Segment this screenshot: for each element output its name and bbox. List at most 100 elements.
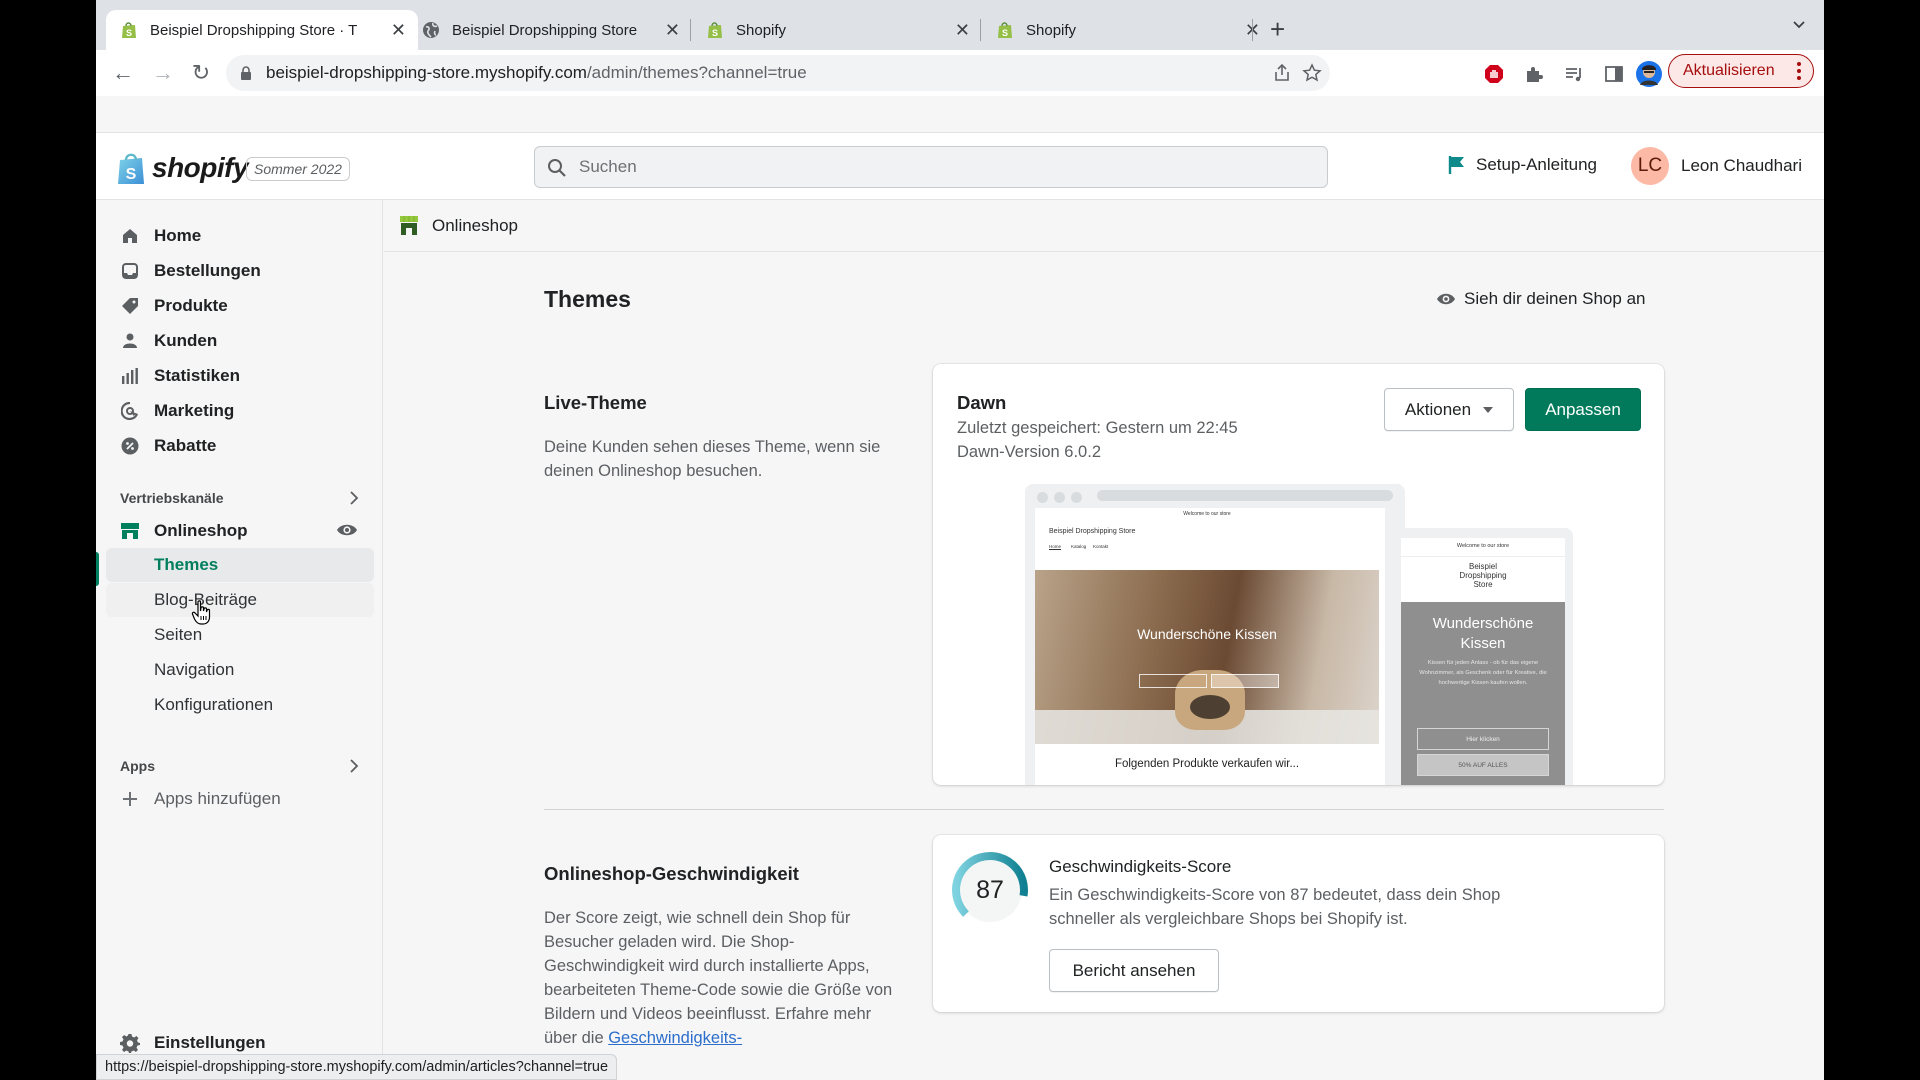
edition-badge: Sommer 2022 xyxy=(246,157,350,181)
speed-heading: Onlineshop-Geschwindigkeit xyxy=(544,863,799,884)
actions-label: Aktionen xyxy=(1404,399,1472,419)
sidebar-item-marketing[interactable]: Marketing xyxy=(106,394,374,428)
theme-preview-mobile[interactable]: Welcome to our store Beispiel Dropshippi… xyxy=(1393,528,1573,785)
sidebar-subitem-navigation[interactable]: Navigation xyxy=(106,653,374,687)
share-icon[interactable] xyxy=(1272,63,1292,83)
back-arrow-icon[interactable]: ← xyxy=(110,60,136,86)
admin-top-bar: S shopify Sommer 2022 Setup-Anleitung LC… xyxy=(96,132,1824,200)
theme-name: Dawn xyxy=(957,392,1007,413)
status-bar-url: https://beispiel-dropshipping-store.mysh… xyxy=(96,1054,618,1080)
sidebar-subitem-themes[interactable]: Themes xyxy=(106,548,374,582)
home-icon xyxy=(120,226,140,246)
user-menu[interactable]: LC Leon Chaudhari xyxy=(1631,147,1802,185)
sidebar-subitem-pages[interactable]: Seiten xyxy=(106,618,374,652)
bookmark-star-icon[interactable] xyxy=(1302,63,1322,83)
sidebar-item-products[interactable]: Produkte xyxy=(106,289,374,323)
sidebar-subitem-preferences[interactable]: Konfigurationen xyxy=(106,688,374,722)
tag-icon xyxy=(120,296,140,316)
channel-title: Onlineshop xyxy=(432,216,519,235)
preview-mobile-hero-text: Kissen für jeden Anlass - ob für das eig… xyxy=(1419,660,1547,686)
update-browser-button[interactable]: Aktualisieren xyxy=(1668,54,1814,88)
sidebar-item-label: Kunden xyxy=(154,331,218,350)
sidebar-item-analytics[interactable]: Statistiken xyxy=(106,359,374,393)
tab-title: Shopify xyxy=(736,21,787,39)
speed-learn-more-link[interactable]: Geschwindigkeits- xyxy=(608,1029,742,1047)
url-text[interactable]: beispiel-dropshipping-store.myshopify.co… xyxy=(266,63,807,83)
url-path: /admin/themes?channel=true xyxy=(586,63,807,82)
view-shop-button[interactable]: Sieh dir deinen Shop an xyxy=(1436,289,1645,309)
address-bar[interactable]: beispiel-dropshipping-store.myshopify.co… xyxy=(226,55,1330,91)
chevron-down-icon[interactable] xyxy=(1792,18,1806,32)
close-tab-icon[interactable]: ✕ xyxy=(955,20,970,40)
gear-icon xyxy=(120,1033,140,1053)
theme-version: Dawn-Version 6.0.2 xyxy=(957,443,1101,461)
url-host: beispiel-dropshipping-store.myshopify.co… xyxy=(266,63,587,82)
shopify-bag-icon: S xyxy=(120,21,138,39)
side-panel-icon[interactable] xyxy=(1604,64,1624,84)
search-input[interactable] xyxy=(579,147,1299,187)
store-icon xyxy=(120,521,140,541)
new-tab-button[interactable]: + xyxy=(1270,14,1285,44)
svg-text:S: S xyxy=(1002,28,1008,38)
shopify-logo[interactable]: S shopify xyxy=(116,151,249,185)
hand-cursor-icon xyxy=(191,600,211,625)
sidebar-item-label: Statistiken xyxy=(154,366,240,385)
sidebar-item-label: Rabatte xyxy=(154,436,217,455)
close-tab-icon[interactable]: ✕ xyxy=(391,20,406,40)
sidebar-item-online-store[interactable]: Onlineshop xyxy=(106,514,374,548)
close-tab-icon[interactable]: ✕ xyxy=(665,20,680,40)
apps-heading: Apps xyxy=(120,758,155,774)
setup-guide-button[interactable]: Setup-Anleitung xyxy=(1448,155,1597,175)
preview-hero-image: Wunderschöne Kissen xyxy=(1035,570,1379,744)
reload-icon[interactable]: ↻ xyxy=(188,60,214,86)
sidebar-item-discounts[interactable]: Rabatte xyxy=(106,429,374,463)
eye-icon[interactable] xyxy=(336,522,358,538)
browser-tab[interactable]: S Shopify ✕ xyxy=(692,10,982,50)
media-queue-icon[interactable] xyxy=(1564,64,1584,84)
preview-mobile-hero: Wunderschöne Kissen Kissen für jeden Anl… xyxy=(1401,602,1565,785)
browser-tab[interactable]: Beispiel Dropshipping Store ✕ xyxy=(408,10,692,50)
svg-text:S: S xyxy=(126,28,132,38)
sidebar-item-orders[interactable]: Bestellungen xyxy=(106,254,374,288)
customize-button[interactable]: Anpassen xyxy=(1525,388,1641,431)
hero-dog-face-shape xyxy=(1190,695,1230,719)
profile-avatar-icon[interactable] xyxy=(1636,61,1662,87)
plus-icon xyxy=(120,789,140,809)
tab-title: Beispiel Dropshipping Store xyxy=(452,21,638,39)
speed-score-card: 87 Geschwindigkeits-Score Ein Geschwindi… xyxy=(933,835,1664,1012)
sidebar-item-label: Marketing xyxy=(154,401,235,420)
browser-tab-active[interactable]: S Beispiel Dropshipping Store · T ✕ xyxy=(106,10,418,50)
preview-page: Welcome to our store Beispiel Dropshippi… xyxy=(1035,508,1385,785)
search-field[interactable] xyxy=(534,146,1328,188)
live-theme-card: Dawn Zuletzt gespeichert: Gestern um 22:… xyxy=(933,364,1664,785)
caret-down-icon xyxy=(1483,406,1494,413)
chevron-right-icon[interactable] xyxy=(346,758,362,774)
add-apps-button[interactable]: Apps hinzufügen xyxy=(106,782,374,816)
actions-dropdown-button[interactable]: Aktionen xyxy=(1384,388,1514,431)
preview-announcement: Welcome to our store xyxy=(1183,511,1231,517)
view-report-button[interactable]: Bericht ansehen xyxy=(1049,949,1219,992)
extensions-puzzle-icon[interactable] xyxy=(1524,64,1544,84)
sidebar-item-customers[interactable]: Kunden xyxy=(106,324,374,358)
svg-text:S: S xyxy=(126,166,137,183)
active-indicator xyxy=(96,552,99,586)
user-name: Leon Chaudhari xyxy=(1681,156,1802,175)
sidebar-item-label: Apps hinzufügen xyxy=(154,789,281,808)
sidebar-item-home[interactable]: Home xyxy=(106,219,374,253)
online-store-app-icon xyxy=(400,216,418,235)
avatar: LC xyxy=(1631,147,1669,185)
preview-store-name: Beispiel Dropshipping Store xyxy=(1049,528,1136,535)
browser-tab[interactable]: S Shopify ✕ xyxy=(982,10,1272,50)
flag-icon xyxy=(1448,156,1464,174)
adblock-icon[interactable] xyxy=(1484,64,1504,84)
chevron-right-icon[interactable] xyxy=(346,490,362,506)
speed-description-text: Der Score zeigt, wie schnell dein Shop f… xyxy=(544,909,893,1047)
preview-mobile-primary-button: Hier klicken xyxy=(1417,728,1549,750)
forward-arrow-icon[interactable]: → xyxy=(150,60,176,86)
browser-toolbar: ← → ↻ beispiel-dropshipping-store.myshop… xyxy=(96,50,1824,96)
shopify-bag-icon: S xyxy=(996,21,1014,39)
sidebar-subitem-blog-posts[interactable]: Blog-Beiträge xyxy=(106,583,374,617)
preview-mobile-store-name: Beispiel Dropshipping Store xyxy=(1459,562,1507,589)
theme-preview-desktop[interactable]: Welcome to our store Beispiel Dropshippi… xyxy=(1025,484,1405,785)
kebab-menu-icon[interactable] xyxy=(1797,61,1801,81)
